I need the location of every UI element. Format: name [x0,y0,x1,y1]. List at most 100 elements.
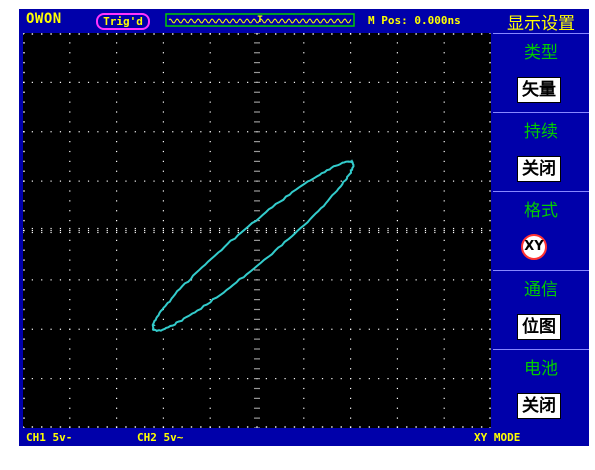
grid-dot [378,131,379,132]
menu-item-format[interactable]: 格式 XY [493,191,589,271]
grid-dot [322,329,323,330]
grid-dot [453,230,454,231]
menu-value-battery[interactable]: 关闭 [517,393,561,419]
grid-dot [256,378,257,379]
grid-dot [69,426,70,427]
grid-dot [444,220,445,221]
grid-dot [32,228,33,229]
grid-dot [219,378,220,379]
menu-value-format[interactable]: XY [521,234,547,260]
menu-item-type[interactable]: 类型 矢量 [493,33,589,113]
grid-dot [23,299,24,300]
grid-dot [425,329,426,330]
grid-dot [144,426,145,427]
grid-dot [210,161,211,162]
menu-item-communication[interactable]: 通信 位图 [493,270,589,350]
menu-value-persist[interactable]: 关闭 [517,156,561,182]
grid-dot [210,240,211,241]
grid-dot [116,232,117,233]
grid-dot [444,131,445,132]
grid-dot [258,250,259,251]
grid-dot [219,33,220,34]
grid-dot [434,33,435,34]
grid-dot [350,339,351,340]
grid-dot [303,426,304,427]
grid-dot [444,232,445,233]
grid-dot [88,232,89,233]
grid-dot [444,329,445,330]
grid-dot [200,279,201,280]
grid-dot [369,228,370,229]
grid-dot [462,232,463,233]
grid-dot [210,151,211,152]
grid-dot [481,232,482,233]
grid-dot [481,230,482,231]
grid-dot [238,329,239,330]
grid-dot [350,151,351,152]
grid-dot [116,102,117,103]
grid-dot [41,230,42,231]
grid-dot [247,181,248,182]
grid-dot [144,33,145,34]
grid-dot [256,72,257,73]
menu-item-battery[interactable]: 电池 关闭 [493,349,589,429]
grid-dot [258,427,259,428]
grid-dot [322,426,323,427]
grid-dot [397,190,398,191]
grid-dot [489,408,490,409]
grid-dot [210,319,211,320]
grid-dot [97,228,98,229]
grid-dot [489,240,490,241]
grid-dot [425,33,426,34]
grid-dot [489,131,490,132]
grid-dot [238,232,239,233]
grid-dot [23,388,24,389]
grid-dot [32,232,33,233]
grid-dot [69,111,70,112]
grid-dot [284,279,285,280]
menu-value-communication[interactable]: 位图 [517,314,561,340]
grid-dot [359,378,360,379]
grid-dot [444,151,445,152]
grid-dot [397,141,398,142]
grid-dot [210,62,211,63]
grid-dot [219,279,220,280]
grid-dot [247,378,248,379]
grid-dot [254,161,255,162]
grid-dot [41,131,42,132]
grid-dot [444,92,445,93]
grid-dot [350,121,351,122]
grid-dot [23,210,24,211]
grid-dot [254,121,255,122]
grid-dot [303,228,304,229]
grid-dot [434,232,435,233]
menu-item-persist[interactable]: 持续 关闭 [493,112,589,192]
grid-dot [359,33,360,34]
grid-dot [256,200,257,201]
grid-dot [23,141,24,142]
grid-dot [313,131,314,132]
grid-dot [163,42,164,43]
menu-value-type[interactable]: 矢量 [517,77,561,103]
grid-dot [69,42,70,43]
grid-dot [350,228,351,229]
grid-dot [303,250,304,251]
grid-dot [60,131,61,132]
grid-dot [144,181,145,182]
grid-dot [284,329,285,330]
grid-dot [444,52,445,53]
grid-dot [153,33,154,34]
grid-dot [313,378,314,379]
grid-dot [444,260,445,261]
grid-dot [387,230,388,231]
grid-dot [144,228,145,229]
grid-dot [163,33,164,34]
grid-dot [69,339,70,340]
grid-dot [434,131,435,132]
grid-dot [489,210,490,211]
grid-dot [69,102,70,103]
grid-dot [472,232,473,233]
grid-dot [397,250,398,251]
grid-dot [397,232,398,233]
grid-dot [462,279,463,280]
